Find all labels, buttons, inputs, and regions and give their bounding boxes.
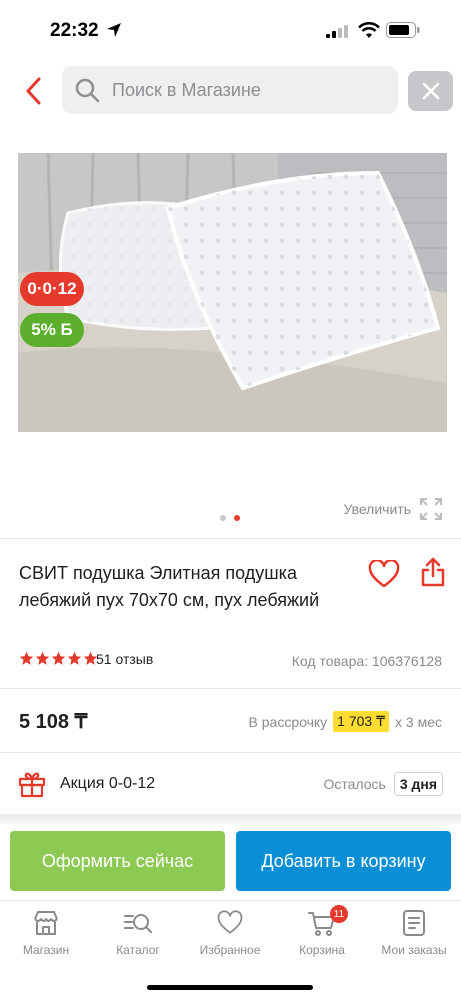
divider <box>0 538 461 539</box>
add-to-cart-button[interactable]: Добавить в корзину <box>236 831 451 891</box>
expand-icon <box>420 498 442 520</box>
home-indicator <box>147 985 313 990</box>
promo-remaining: Осталось 3 дня <box>323 772 443 796</box>
divider <box>0 688 461 689</box>
promo-label: Акция 0-0-12 <box>60 775 156 792</box>
remaining-days: 3 дня <box>393 772 443 796</box>
star-icon <box>19 651 34 665</box>
bonus-badge: 5% Б <box>20 313 84 347</box>
tab-label: Избранное <box>199 943 261 957</box>
heart-icon <box>217 910 243 934</box>
wifi-icon <box>358 22 380 38</box>
product-title: СВИТ подушка Элитная подушка лебяжий пух… <box>19 563 320 610</box>
buy-now-button[interactable]: Оформить сейчас <box>10 831 225 891</box>
installment-suffix: х 3 мес <box>395 713 442 730</box>
store-icon <box>34 911 58 935</box>
zoom-button[interactable]: Увеличить <box>343 497 443 521</box>
product-code: Код товара: 106376128 <box>291 653 442 669</box>
installment-info[interactable]: В рассрочку 1 703 ₸ х 3 мес <box>249 711 442 732</box>
star-icon <box>51 651 66 665</box>
star-icon <box>35 651 50 665</box>
close-icon <box>422 82 439 100</box>
gallery-pagination <box>220 515 240 521</box>
pagination-dot[interactable] <box>220 515 226 521</box>
search-icon <box>75 78 100 103</box>
tab-favorites[interactable]: Избранное <box>184 909 276 957</box>
star-icon <box>67 651 82 665</box>
divider <box>0 752 461 753</box>
battery-icon <box>386 22 420 38</box>
catalog-search-icon <box>124 914 152 933</box>
clear-search-button[interactable] <box>408 71 453 111</box>
section-shadow <box>0 814 461 824</box>
share-icon[interactable] <box>420 556 446 588</box>
gift-icon <box>18 772 46 798</box>
remaining-label: Осталось <box>323 776 386 792</box>
search-placeholder: Поиск в Магазине <box>112 79 261 100</box>
product-price: 5 108 ₸ <box>19 711 88 733</box>
tab-store[interactable]: Магазин <box>0 909 92 957</box>
promo-row[interactable]: Акция 0-0-12 <box>18 770 155 798</box>
status-time: 22:32 <box>50 20 99 41</box>
cellular-signal-icon <box>326 25 348 38</box>
tab-catalog[interactable]: Каталог <box>92 909 184 957</box>
tab-label: Мои заказы <box>381 943 447 957</box>
reviews-link[interactable]: 51 отзыв <box>96 651 153 667</box>
installment-amount: 1 703 ₸ <box>333 711 390 732</box>
search-input[interactable]: Поиск в Магазине <box>62 66 398 114</box>
tab-label: Каталог <box>116 943 160 957</box>
installment-badge: 0·0·12 <box>20 272 84 306</box>
favorite-heart-icon[interactable] <box>368 560 400 588</box>
tab-label: Корзина <box>299 943 345 957</box>
installment-prefix: В рассрочку <box>248 713 328 730</box>
orders-icon <box>403 910 425 936</box>
tab-orders[interactable]: Мои заказы <box>368 909 460 957</box>
tab-label: Магазин <box>22 943 70 957</box>
tab-cart[interactable]: 11 Корзина <box>276 905 368 957</box>
rating-stars <box>19 651 98 666</box>
status-bar: 22:32 <box>0 0 461 58</box>
cart-count-badge: 11 <box>330 905 348 923</box>
zoom-label: Увеличить <box>343 501 411 517</box>
back-button[interactable] <box>18 74 48 108</box>
chevron-left-icon <box>26 77 41 105</box>
pagination-dot-active[interactable] <box>234 515 240 521</box>
location-arrow-icon <box>107 23 121 37</box>
